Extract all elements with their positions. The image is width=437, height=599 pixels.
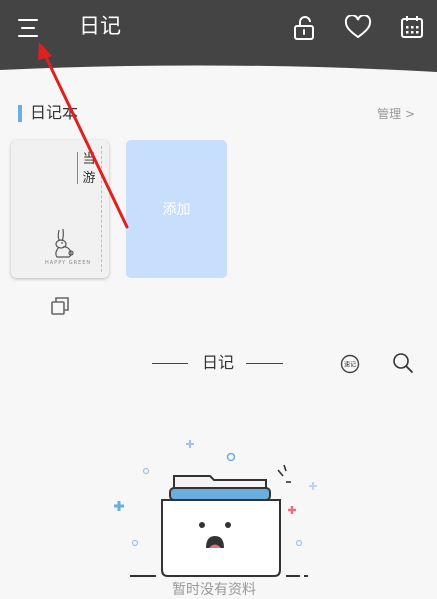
page-title: 日记 [79, 14, 121, 38]
book-stitch-line [101, 146, 103, 272]
rabbit-illustration [55, 228, 74, 258]
quick-note-button[interactable]: 速记 [340, 354, 360, 378]
empty-folder-illustration [114, 440, 317, 577]
quick-note-label: 速记 [344, 362, 356, 369]
notebook-card[interactable]: 当游 HAPPY GREEN [11, 140, 109, 278]
manage-link[interactable]: 管理 > [377, 106, 415, 122]
unlock-icon[interactable] [290, 14, 318, 42]
heading-divider-left [152, 363, 188, 364]
empty-state-text: 暂时没有资料 [172, 582, 256, 598]
menu-icon[interactable] [14, 14, 42, 42]
notebooks-section-title: 日记本 [30, 103, 79, 122]
add-notebook-button[interactable]: 添加 [126, 140, 227, 278]
book-title-rule [77, 152, 78, 184]
top-bar: 日记 [0, 0, 437, 78]
heart-icon[interactable] [343, 13, 373, 41]
search-icon[interactable] [392, 352, 414, 378]
heading-divider-right [246, 363, 283, 364]
section-accent-bar [18, 105, 22, 122]
calendar-icon[interactable] [398, 13, 426, 41]
notebook-title: 当游 [82, 152, 96, 186]
notebook-subtitle: HAPPY GREEN [45, 260, 92, 266]
diary-heading: 日记 [202, 353, 235, 372]
copy-icon[interactable] [50, 296, 70, 320]
